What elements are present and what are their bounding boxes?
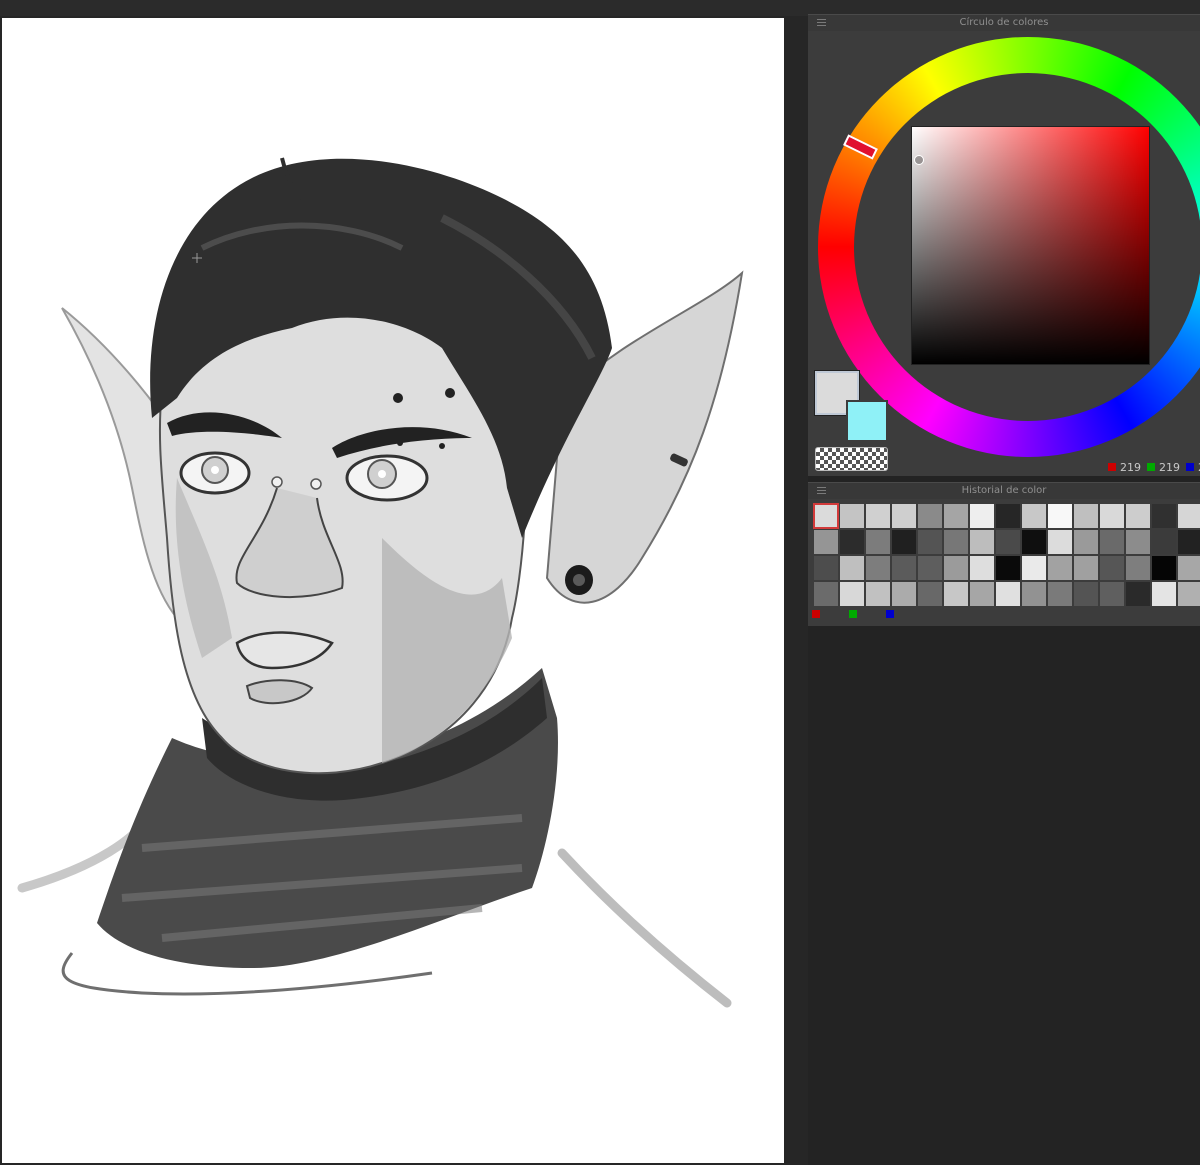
history-swatch[interactable] [969,503,995,529]
canvas-area [0,16,808,1165]
color-history-panel-title: Historial de color [961,485,1047,496]
history-swatch[interactable] [891,529,917,555]
color-wheel-panel-header[interactable]: Círculo de colores [808,15,1200,31]
history-swatch[interactable] [1021,529,1047,555]
history-swatch[interactable] [1177,529,1200,555]
history-swatch[interactable] [995,581,1021,607]
history-swatch[interactable] [839,581,865,607]
panel-menu-icon[interactable] [817,487,826,495]
history-swatch[interactable] [1021,581,1047,607]
history-swatch[interactable] [943,503,969,529]
history-swatch[interactable] [969,529,995,555]
rgb-r-chip [1108,463,1116,471]
history-swatch[interactable] [1047,529,1073,555]
history-swatch[interactable] [917,581,943,607]
history-swatch[interactable] [1021,555,1047,581]
history-swatch[interactable] [1151,581,1177,607]
history-swatch[interactable] [1125,555,1151,581]
history-swatch[interactable] [969,581,995,607]
history-swatch[interactable] [891,555,917,581]
history-swatch[interactable] [995,529,1021,555]
history-swatch[interactable] [1151,503,1177,529]
artwork-sketch [17,157,744,1008]
history-swatch[interactable] [1099,555,1125,581]
history-swatch[interactable] [1073,555,1099,581]
history-swatch[interactable] [1177,555,1200,581]
history-swatch[interactable] [1047,503,1073,529]
history-swatch[interactable] [1047,581,1073,607]
rgb-g-chip [1147,463,1155,471]
history-swatch[interactable] [1151,529,1177,555]
saturation-value-square[interactable] [911,126,1150,365]
history-swatch[interactable] [839,529,865,555]
history-swatch[interactable] [865,529,891,555]
color-history-grid [813,503,1200,607]
history-swatch[interactable] [891,581,917,607]
history-swatch[interactable] [917,529,943,555]
history-swatch[interactable] [1099,581,1125,607]
history-swatch[interactable] [1125,529,1151,555]
history-legend-chip [849,610,857,618]
rgb-readout: 219 219 2 [1108,460,1200,474]
transparent-color-swatch[interactable] [815,447,888,471]
rgb-b-chip [1186,463,1194,471]
rgb-r-value: 219 [1120,460,1141,474]
history-swatch[interactable] [1021,503,1047,529]
history-swatch[interactable] [1099,529,1125,555]
history-swatch[interactable] [1125,503,1151,529]
history-legend-chip [812,610,820,618]
rgb-r-item: 219 [1108,461,1141,474]
rgb-b-item: 2 [1186,461,1200,474]
history-swatch[interactable] [839,503,865,529]
history-swatch[interactable] [1125,581,1151,607]
color-history-panel: Historial de color [808,482,1200,626]
history-swatch[interactable] [995,503,1021,529]
history-legend-chip [886,610,894,618]
color-wheel-panel-title: Círculo de colores [959,17,1049,28]
history-swatch[interactable] [1151,555,1177,581]
drawing-canvas[interactable] [2,18,784,1163]
color-wheel-panel: Círculo de colores 219 219 2 [808,14,1200,476]
history-swatch[interactable] [865,555,891,581]
panel-menu-icon[interactable] [817,19,826,27]
rgb-g-value: 219 [1159,460,1180,474]
history-swatch[interactable] [865,503,891,529]
history-swatch[interactable] [1073,581,1099,607]
history-swatch[interactable] [1073,529,1099,555]
history-swatch[interactable] [1073,503,1099,529]
history-swatch[interactable] [969,555,995,581]
history-swatch[interactable] [839,555,865,581]
history-swatch[interactable] [995,555,1021,581]
history-swatch[interactable] [1047,555,1073,581]
history-swatch[interactable] [865,581,891,607]
paint-application: Círculo de colores 219 219 2 Historial de … [0,0,1200,1165]
history-swatch[interactable] [917,503,943,529]
history-swatch[interactable] [813,581,839,607]
history-swatch[interactable] [891,503,917,529]
history-swatch[interactable] [917,555,943,581]
history-swatch[interactable] [813,555,839,581]
history-swatch[interactable] [1177,581,1200,607]
rgb-g-item: 219 [1147,461,1180,474]
history-swatch[interactable] [1177,503,1200,529]
history-swatch[interactable] [1099,503,1125,529]
color-wheel[interactable] [818,37,1200,457]
history-swatch[interactable] [943,555,969,581]
color-history-panel-header[interactable]: Historial de color [808,483,1200,499]
history-swatch[interactable] [813,503,839,529]
panel-divider [784,16,808,1165]
history-swatch[interactable] [813,529,839,555]
secondary-color-swatch[interactable] [846,400,888,442]
history-swatch[interactable] [943,581,969,607]
saturation-value-cursor[interactable] [914,155,924,165]
history-swatch[interactable] [943,529,969,555]
